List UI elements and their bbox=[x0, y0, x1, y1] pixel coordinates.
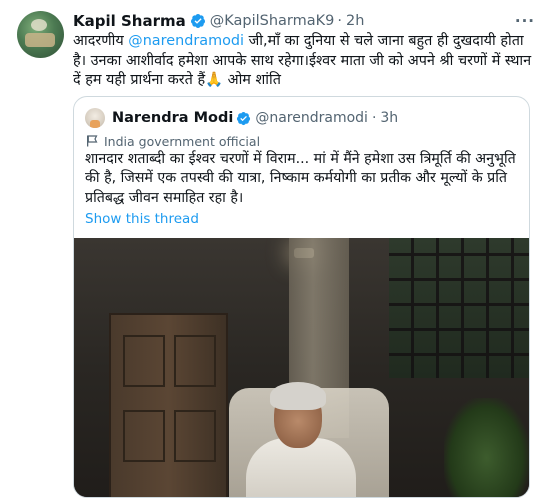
show-thread-link[interactable]: Show this thread bbox=[85, 211, 199, 227]
quoted-tweet-header: Narendra Modi @narendramodi · 3h bbox=[112, 107, 398, 129]
tweet-text-part: आदरणीय bbox=[73, 33, 129, 49]
separator-dot: · bbox=[371, 110, 377, 126]
verified-badge-icon bbox=[237, 111, 251, 125]
mention-link[interactable]: @narendramodi bbox=[128, 33, 244, 49]
quoted-tweet-text: शानदार शताब्दी का ईश्वर चरणों में विराम.… bbox=[85, 150, 521, 208]
more-icon[interactable]: ··· bbox=[515, 14, 535, 29]
government-label-text: India government official bbox=[104, 133, 261, 149]
tweet-header: Kapil Sharma @KapilSharmaK9 · 2h bbox=[73, 10, 364, 32]
quoted-author-name[interactable]: Narendra Modi bbox=[112, 110, 233, 126]
tweet-text: आदरणीय @narendramodi जी,माँ का दुनिया से… bbox=[73, 32, 535, 91]
author-avatar[interactable] bbox=[17, 11, 64, 58]
verified-badge-icon bbox=[190, 14, 205, 28]
separator-dot: · bbox=[337, 13, 342, 29]
flag-icon bbox=[87, 135, 98, 147]
quoted-author-handle[interactable]: @narendramodi bbox=[255, 110, 368, 126]
author-handle[interactable]: @KapilSharmaK9 bbox=[210, 13, 335, 29]
quoted-timestamp[interactable]: 3h bbox=[380, 110, 398, 126]
tweet-timestamp[interactable]: 2h bbox=[346, 13, 364, 29]
government-label: India government official bbox=[85, 132, 260, 150]
author-name[interactable]: Kapil Sharma bbox=[73, 12, 186, 30]
quoted-text-body: शानदार शताब्दी का ईश्वर चरणों में विराम.… bbox=[85, 151, 516, 206]
quoted-tweet-photo[interactable] bbox=[74, 238, 529, 497]
quoted-author-avatar[interactable] bbox=[85, 108, 105, 128]
tweet[interactable]: Kapil Sharma @KapilSharmaK9 · 2h ··· आदर… bbox=[0, 0, 551, 498]
quoted-tweet[interactable]: Narendra Modi @narendramodi · 3h India g… bbox=[73, 96, 530, 498]
